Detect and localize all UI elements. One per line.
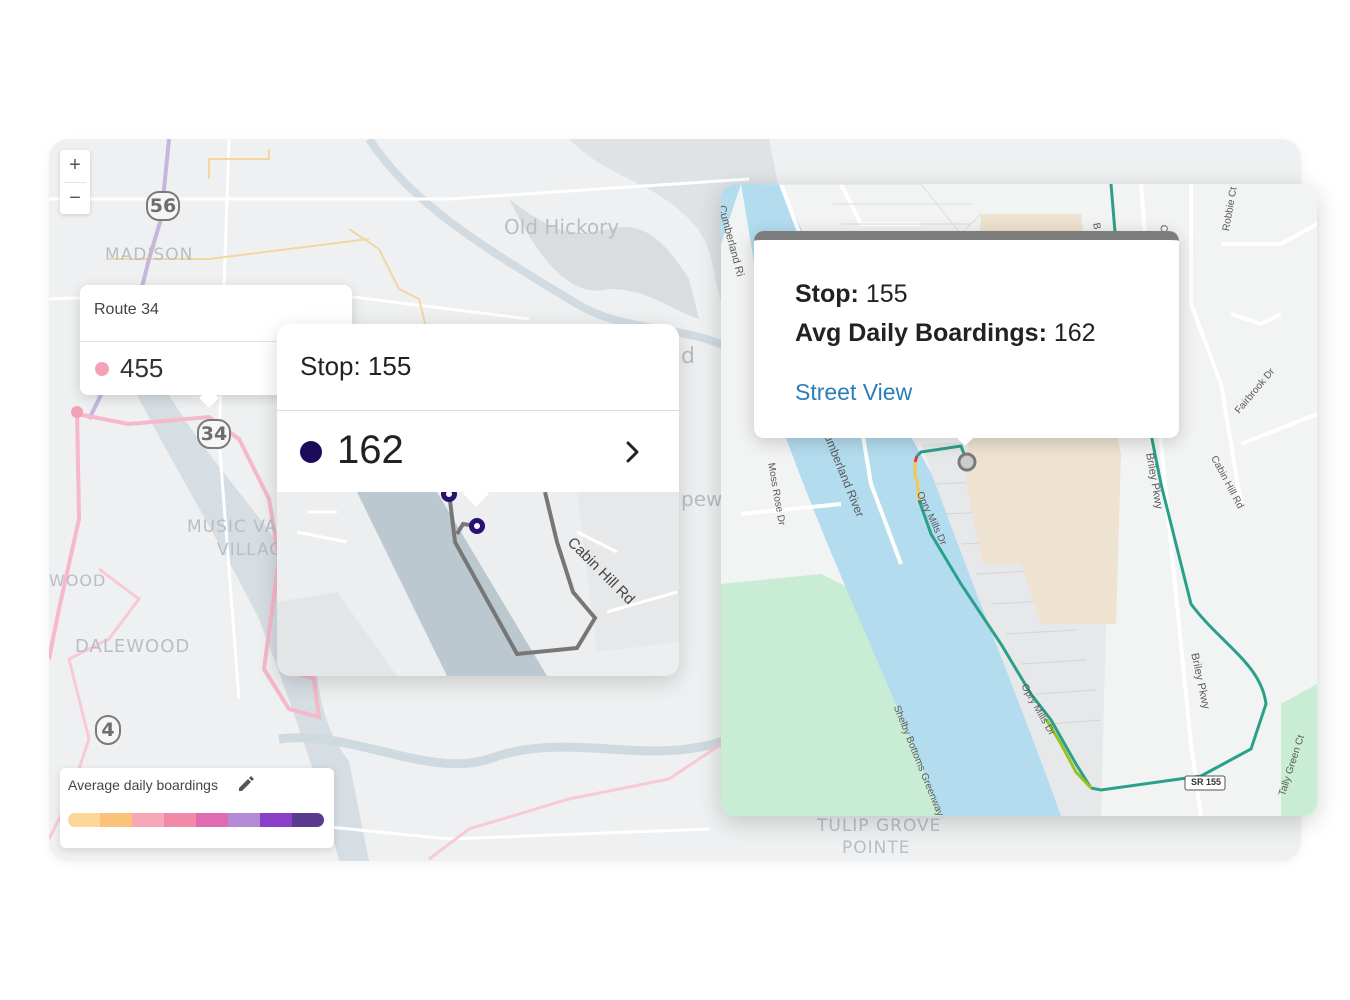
stop-card[interactable]: Cabin Hill Rd Stop: 155 162 <box>277 324 679 676</box>
chevron-right-icon[interactable] <box>621 437 643 467</box>
place-label-music-valley: MUSIC VA <box>187 517 278 537</box>
place-label-old-hickory: Old Hickory <box>504 215 620 239</box>
place-label-pointe: POINTE <box>842 838 911 858</box>
legend-swatch <box>196 813 228 827</box>
place-label-wood: WOOD <box>49 571 107 590</box>
route-shield-sr-155: SR 155 <box>1191 777 1222 787</box>
stop-color-dot <box>300 441 322 463</box>
place-label-madison: MADISON <box>105 245 194 265</box>
place-label-dalewood: DALEWOOD <box>75 636 191 657</box>
legend-title: Average daily boardings <box>68 777 218 793</box>
legend-swatch <box>100 813 132 827</box>
legend-color-scale <box>68 813 324 827</box>
route-shield-4: 4 <box>95 715 121 745</box>
route-shield-56: 56 <box>146 191 180 221</box>
popup-stop-label: Stop: <box>795 280 859 308</box>
legend-swatch <box>260 813 292 827</box>
zoom-in-button[interactable]: + <box>60 150 90 182</box>
place-label-tulip-grove: TULIP GROVE <box>817 816 942 836</box>
stop-card-header: Stop: 155 162 <box>277 324 679 492</box>
place-label-village: VILLAG <box>217 540 284 560</box>
street-label-b: B <box>1090 222 1103 231</box>
popup-stop-line: Stop: 155 <box>795 280 908 309</box>
zoom-out-button[interactable]: − <box>60 183 90 215</box>
place-label-d: d <box>681 344 696 369</box>
legend-swatch <box>132 813 164 827</box>
legend-swatch <box>164 813 196 827</box>
route-color-dot <box>95 362 109 376</box>
street-view-link[interactable]: Street View <box>795 379 912 406</box>
boardings-legend: Average daily boardings <box>60 768 334 848</box>
route-shield-34: 34 <box>197 419 231 449</box>
stop-inset-map[interactable]: Cabin Hill Rd <box>277 486 679 676</box>
stop-popup: Stop: 155 Avg Daily Boardings: 162 Stree… <box>754 231 1179 446</box>
popup-boardings-label: Avg Daily Boardings: <box>795 319 1047 347</box>
stop-boardings-value: 162 <box>337 428 404 472</box>
legend-swatch <box>292 813 324 827</box>
popup-stop-value: 155 <box>865 280 908 308</box>
zoom-control: + − <box>60 150 90 214</box>
stop-card-title: Stop: 155 <box>300 351 412 381</box>
pencil-icon[interactable] <box>235 773 257 795</box>
route-boardings-value: 455 <box>120 353 164 383</box>
popup-boardings-value: 162 <box>1053 319 1096 347</box>
route-tooltip-title: Route 34 <box>94 301 159 318</box>
stop-card-divider <box>277 410 679 411</box>
legend-swatch <box>228 813 260 827</box>
legend-swatch <box>68 813 100 827</box>
place-label-pew: pew <box>681 487 723 511</box>
popup-boardings-line: Avg Daily Boardings: 162 <box>795 319 1096 348</box>
